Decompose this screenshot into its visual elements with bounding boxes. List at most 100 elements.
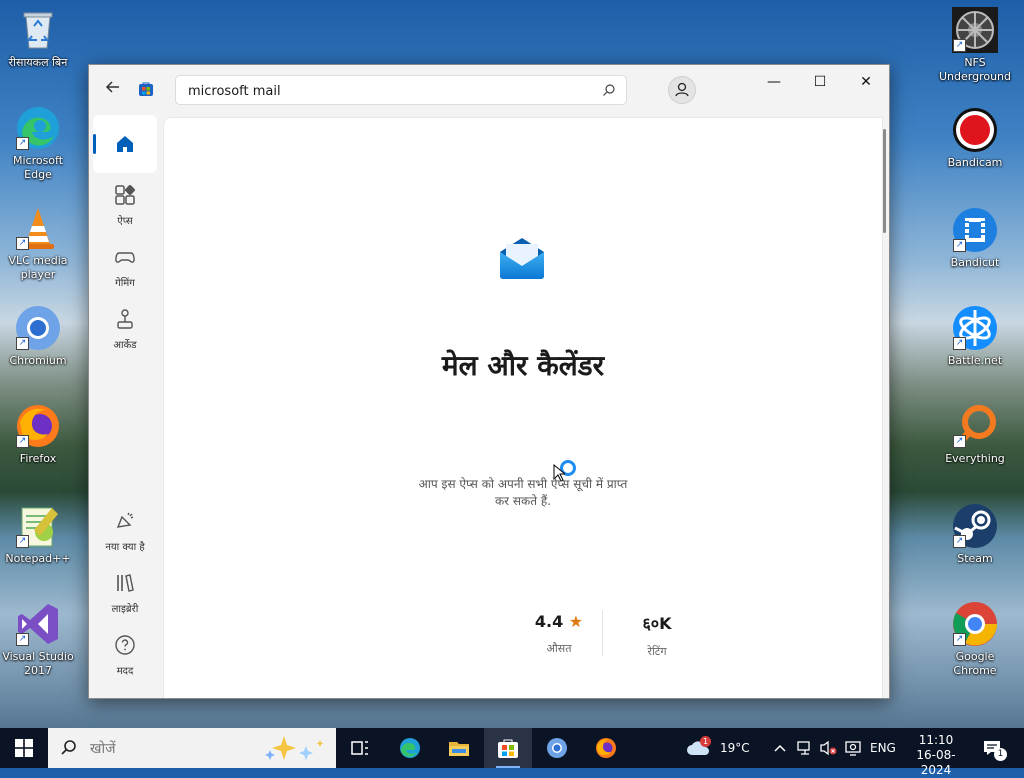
firefox-icon — [596, 738, 616, 758]
search-icon[interactable] — [602, 83, 616, 97]
desktop-icon-battlenet[interactable]: ↗ Battle.net — [935, 304, 1015, 368]
desktop-icon-label: Microsoft Edge — [12, 154, 64, 181]
nav-gaming[interactable]: गेमिंग — [93, 237, 157, 295]
back-arrow-icon — [105, 81, 119, 93]
ratings-count-stat[interactable]: ६०K रेटिंग — [622, 612, 692, 659]
availability-message: आप इस ऐप्स को अपनी सभी ऐप्स सूची में प्र… — [164, 476, 882, 510]
taskbar-chromium-button[interactable] — [533, 728, 581, 768]
nav-help[interactable]: मदद — [93, 625, 157, 683]
vlc-cone-icon: ↗ — [14, 204, 62, 252]
clock-date: 16-08-2024 — [916, 748, 956, 777]
task-view-button[interactable] — [336, 728, 384, 768]
store-search-box[interactable] — [175, 75, 627, 105]
taskbar-file-explorer-button[interactable] — [435, 728, 483, 768]
taskbar-search-input[interactable] — [88, 738, 262, 760]
taskbar-edge-button[interactable] — [386, 728, 434, 768]
nav-apps[interactable]: ऐप्स — [93, 175, 157, 233]
display-settings-icon — [845, 741, 861, 756]
desktop-icon-label: Chromium — [9, 354, 67, 367]
store-sidebar: ऐप्स गेमिंग आर्केड नया क्या है लाइब्रेरी… — [89, 113, 161, 698]
show-hidden-icons-button[interactable] — [770, 728, 790, 768]
store-search-input[interactable] — [186, 81, 590, 101]
notification-center-button[interactable]: 1 — [980, 728, 1010, 768]
bandicam-record-icon — [951, 106, 999, 154]
security-button[interactable] — [843, 728, 863, 768]
store-icon — [498, 739, 518, 758]
network-button[interactable] — [795, 728, 815, 768]
recycle-bin-icon — [14, 6, 62, 54]
nav-library[interactable]: लाइब्रेरी — [93, 563, 157, 621]
home-icon — [117, 136, 133, 152]
desktop-icon-label: Firefox — [19, 452, 57, 465]
apps-grid-icon — [115, 184, 136, 205]
star-icon: ★ — [568, 612, 584, 631]
back-button[interactable] — [103, 79, 123, 99]
desktop-icon-label: Bandicut — [950, 256, 1000, 269]
desktop-icon-firefox[interactable]: ↗ Firefox — [0, 402, 78, 466]
task-view-icon — [351, 741, 368, 755]
bandicut-film-icon: ↗ — [951, 206, 999, 254]
help-question-icon — [115, 635, 135, 655]
desktop-icon-label: VLC media player — [8, 254, 68, 281]
nav-arcade[interactable]: आर्केड — [93, 299, 157, 357]
account-avatar-button[interactable] — [668, 76, 696, 104]
desktop-icon-label: Bandicam — [947, 156, 1003, 169]
desktop-icon-recycle-bin[interactable]: रीसायकल बिन — [0, 6, 78, 70]
desktop-icon-vlc[interactable]: ↗ VLC media player — [0, 204, 78, 282]
gamepad-icon — [115, 252, 135, 263]
chromium-icon — [547, 738, 567, 758]
weather-temperature: 19°C — [720, 741, 750, 755]
chromium-icon: ↗ — [14, 304, 62, 352]
notification-badge: 1 — [994, 748, 1007, 761]
rating-value: 4.4 — [534, 612, 564, 631]
minimize-button[interactable]: — — [751, 65, 797, 99]
content-scrollbar[interactable] — [883, 129, 886, 233]
desktop-icon-bandicut[interactable]: ↗ Bandicut — [935, 206, 1015, 270]
desktop-icon-edge[interactable]: ↗ Microsoft Edge — [0, 104, 78, 182]
desktop-icon-bandicam[interactable]: Bandicam — [935, 106, 1015, 170]
store-logo-icon — [138, 81, 154, 97]
start-button[interactable] — [0, 728, 48, 768]
taskbar-search-box[interactable] — [48, 728, 336, 768]
average-rating-stat[interactable]: 4.4 ★ औसत — [524, 612, 594, 656]
desktop-icon-chromium[interactable]: ↗ Chromium — [0, 304, 78, 368]
nav-whats-new[interactable]: नया क्या है — [93, 501, 157, 559]
firefox-icon: ↗ — [14, 402, 62, 450]
desktop-icon-everything[interactable]: ↗ Everything — [935, 402, 1015, 466]
nav-apps-label: ऐप्स — [117, 216, 133, 227]
taskbar-firefox-button[interactable] — [582, 728, 630, 768]
desktop-icon-label: Everything — [945, 452, 1005, 465]
search-highlight-sparkle-icon — [265, 736, 324, 760]
weather-alert-badge: 1 — [700, 736, 711, 747]
visual-studio-icon: ↗ — [14, 600, 62, 648]
nav-help-label: मदद — [116, 666, 134, 677]
title-bar: — ☐ ✕ — [89, 65, 889, 113]
language-indicator[interactable]: ENG — [870, 728, 896, 768]
close-button[interactable]: ✕ — [843, 65, 889, 99]
search-icon — [61, 740, 76, 755]
clock[interactable]: 11:10 16-08-2024 — [904, 728, 968, 777]
desktop-icon-visual-studio[interactable]: ↗ Visual Studio 2017 — [0, 600, 78, 678]
availability-line-2: कर सकते हैं. — [494, 494, 552, 508]
nav-home[interactable] — [93, 115, 157, 173]
user-icon — [675, 82, 689, 97]
store-window: — ☐ ✕ ऐप्स गेमिंग आर्केड नया क्या है लाइ… — [88, 64, 890, 699]
stats-divider — [602, 610, 603, 656]
nfs-wheel-icon: ↗ — [951, 6, 999, 54]
battlenet-icon: ↗ — [951, 304, 999, 352]
everything-search-icon: ↗ — [951, 402, 999, 450]
network-icon — [797, 741, 810, 755]
taskbar-store-button[interactable] — [484, 728, 532, 768]
desktop-icon-steam[interactable]: ↗ Steam — [935, 502, 1015, 566]
desktop-icon-nfs[interactable]: ↗ NFS Underground — [935, 6, 1015, 84]
desktop-icon-notepadpp[interactable]: ↗ Notepad++ — [0, 502, 78, 566]
nav-library-label: लाइब्रेरी — [111, 604, 139, 615]
nav-gaming-label: गेमिंग — [115, 278, 135, 289]
weather-widget[interactable]: 1 19°C — [684, 728, 750, 768]
desktop-icon-chrome[interactable]: ↗ Google Chrome — [935, 600, 1015, 678]
maximize-button[interactable]: ☐ — [797, 65, 843, 99]
chrome-icon: ↗ — [951, 600, 999, 648]
volume-button[interactable] — [818, 728, 838, 768]
ratings-label: रेटिंग — [647, 645, 667, 658]
notepadpp-icon: ↗ — [14, 502, 62, 550]
